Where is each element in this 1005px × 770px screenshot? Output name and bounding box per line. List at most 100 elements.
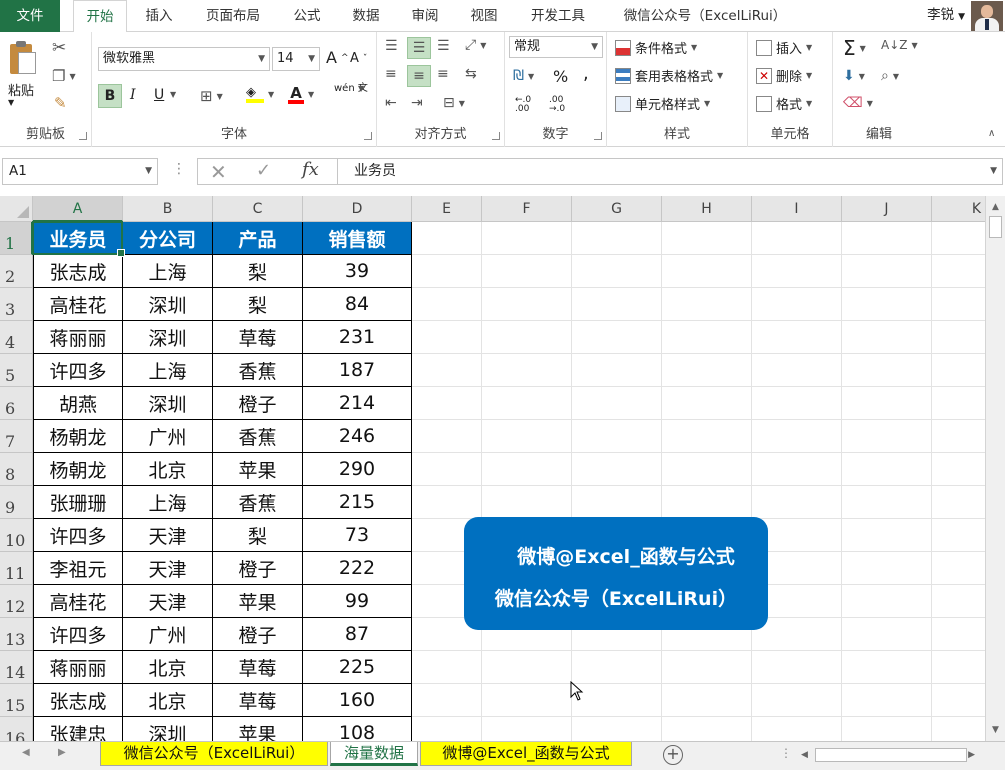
font-size-select[interactable]: 14 ▼ (272, 47, 320, 71)
paste-button[interactable]: 粘贴 (8, 80, 34, 99)
enter-icon[interactable]: ✓ (256, 160, 271, 181)
tab-data[interactable]: 数据 (343, 0, 389, 32)
table-cell[interactable]: 香蕉 (213, 354, 303, 387)
column-header-c[interactable]: C (213, 196, 303, 222)
table-cell[interactable]: 290 (303, 453, 412, 486)
font-color-icon[interactable]: A ▼ (288, 84, 314, 104)
sort-filter-icon[interactable]: A↓Z ▼ (881, 38, 918, 52)
scroll-down-icon[interactable]: ▼ (986, 721, 1005, 739)
border-icon[interactable]: ⊞ ▼ (200, 87, 223, 105)
align-left-icon[interactable]: ≡ (385, 66, 397, 82)
table-cell[interactable]: 胡燕 (33, 387, 123, 420)
row-header-2[interactable]: 2 (0, 255, 33, 288)
row-header-5[interactable]: 5 (0, 354, 33, 387)
column-header-j[interactable]: J (842, 196, 932, 222)
scroll-right-icon[interactable]: ▶ (968, 745, 975, 765)
table-cell[interactable]: 草莓 (213, 321, 303, 354)
table-cell[interactable]: 深圳 (123, 387, 213, 420)
row-header-3[interactable]: 3 (0, 288, 33, 321)
table-cell[interactable]: 87 (303, 618, 412, 651)
insert-function-icon[interactable]: fx (302, 159, 319, 180)
comma-button[interactable]: , (583, 63, 589, 84)
shrink-font-button[interactable]: Aˇ (350, 51, 367, 66)
merge-center-icon[interactable]: ⊟ ▼ (443, 95, 465, 111)
table-cell[interactable]: 深圳 (123, 717, 213, 741)
cut-icon[interactable]: ✂ (52, 38, 66, 58)
row-header-15[interactable]: 15 (0, 684, 33, 717)
table-header-cell[interactable]: 分公司 (123, 222, 213, 255)
fill-color-icon[interactable]: ◈ ▼ (246, 85, 274, 103)
table-cell[interactable]: 天津 (123, 585, 213, 618)
increase-indent-icon[interactable]: ⇥ (411, 95, 423, 111)
sheet-tab-data[interactable]: 海量数据 (330, 742, 418, 766)
table-cell[interactable]: 225 (303, 651, 412, 684)
delete-cells-button[interactable]: ✕ 删除 ▼ (756, 66, 812, 85)
table-cell[interactable]: 张志成 (33, 684, 123, 717)
table-cell[interactable]: 香蕉 (213, 420, 303, 453)
italic-button[interactable]: I (130, 87, 136, 103)
grow-font-button[interactable]: A ^ (326, 48, 349, 67)
phonetic-icon[interactable]: wén 文 ▼ (334, 84, 368, 94)
table-cell[interactable]: 蒋丽丽 (33, 321, 123, 354)
underline-button[interactable]: U (154, 87, 164, 103)
insert-cells-button[interactable]: 插入 ▼ (756, 38, 812, 57)
select-all-button[interactable] (0, 196, 33, 222)
table-cell[interactable]: 160 (303, 684, 412, 717)
table-cell[interactable]: 张珊珊 (33, 486, 123, 519)
align-bottom-icon[interactable]: ☰ (437, 38, 450, 54)
table-cell[interactable]: 苹果 (213, 453, 303, 486)
column-header-a[interactable]: A (33, 196, 123, 222)
tab-page-layout[interactable]: 页面布局 (196, 0, 270, 32)
table-cell[interactable]: 许四多 (33, 519, 123, 552)
increase-decimal-icon[interactable]: ←.0.00 (515, 96, 537, 114)
decrease-decimal-icon[interactable]: .00 →.0 (549, 96, 571, 114)
column-header-d[interactable]: D (303, 196, 412, 222)
dialog-launcher-icon[interactable] (364, 132, 372, 140)
table-cell[interactable]: 许四多 (33, 354, 123, 387)
table-cell[interactable]: 梨 (213, 288, 303, 321)
table-cell[interactable]: 上海 (123, 255, 213, 288)
more-icon[interactable]: ⋮ (172, 161, 186, 177)
table-cell[interactable]: 橙子 (213, 387, 303, 420)
align-top-icon[interactable]: ☰ (385, 38, 398, 54)
row-header-16[interactable]: 16 (0, 717, 33, 741)
table-cell[interactable]: 北京 (123, 651, 213, 684)
format-as-table-button[interactable]: 套用表格格式 ▼ (615, 66, 723, 85)
scroll-up-icon[interactable]: ▲ (986, 198, 1005, 216)
dialog-launcher-icon[interactable] (594, 132, 602, 140)
tab-developer[interactable]: 开发工具 (520, 0, 596, 32)
table-header-cell[interactable]: 业务员 (33, 222, 123, 255)
percent-button[interactable]: % (553, 67, 568, 86)
table-cell[interactable]: 草莓 (213, 684, 303, 717)
table-cell[interactable]: 北京 (123, 684, 213, 717)
name-box[interactable]: A1 ▼ (2, 158, 158, 185)
conditional-format-button[interactable]: 条件格式 ▼ (615, 38, 697, 57)
table-cell[interactable]: 上海 (123, 486, 213, 519)
sheet-tab-wechat[interactable]: 微信公众号（ExcelLiRui） (100, 742, 328, 766)
row-header-1[interactable]: 1 (0, 222, 33, 255)
avatar[interactable] (971, 1, 1003, 31)
column-header-e[interactable]: E (412, 196, 482, 222)
row-header-14[interactable]: 14 (0, 651, 33, 684)
table-cell[interactable]: 39 (303, 255, 412, 288)
underline-dropdown[interactable]: ▼ (170, 90, 176, 99)
paste-icon[interactable] (8, 40, 38, 78)
table-cell[interactable]: 108 (303, 717, 412, 741)
chevron-down-icon[interactable]: ▼ (990, 159, 997, 184)
table-cell[interactable]: 高桂花 (33, 585, 123, 618)
table-cell[interactable]: 73 (303, 519, 412, 552)
vertical-scrollbar[interactable]: ▲ ▼ (985, 196, 1005, 741)
wrap-text-icon[interactable]: ⇆ (465, 66, 477, 82)
column-header-h[interactable]: H (662, 196, 752, 222)
fill-icon[interactable]: ⬇ ▼ (843, 68, 865, 84)
table-cell[interactable]: 苹果 (213, 717, 303, 741)
tab-review[interactable]: 审阅 (402, 0, 448, 32)
cancel-icon[interactable]: ✕ (210, 160, 227, 184)
table-cell[interactable]: 246 (303, 420, 412, 453)
paste-dropdown[interactable]: ▼ (8, 98, 14, 107)
table-cell[interactable]: 杨朝龙 (33, 420, 123, 453)
dialog-launcher-icon[interactable] (492, 132, 500, 140)
more-icon[interactable]: ⋮ (780, 746, 792, 760)
table-cell[interactable]: 广州 (123, 618, 213, 651)
table-cell[interactable]: 广州 (123, 420, 213, 453)
